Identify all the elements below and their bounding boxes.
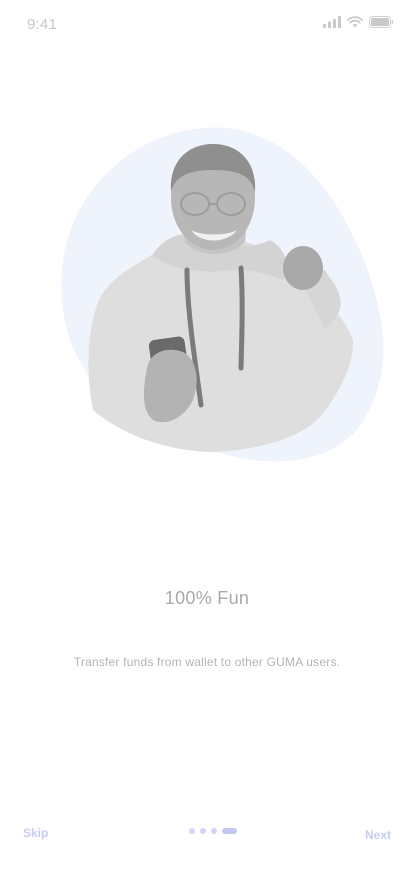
status-icons — [323, 16, 394, 28]
onboarding-illustration — [55, 120, 385, 470]
wifi-icon — [347, 16, 363, 28]
battery-icon — [369, 16, 394, 28]
onboarding-title: 100% Fun — [164, 588, 250, 608]
skip-button[interactable]: Skip — [23, 826, 48, 840]
raised-fist-shape — [283, 246, 323, 290]
cellular-signal-icon — [323, 16, 341, 28]
page-dot-3[interactable] — [211, 828, 217, 834]
onboarding-screen: 9:41 100% Fun Transfer funds from wallet… — [0, 0, 414, 896]
page-dot-2[interactable] — [200, 828, 206, 834]
page-indicator — [189, 828, 237, 834]
status-time: 9:41 — [27, 16, 57, 33]
next-button[interactable]: Next — [365, 828, 391, 842]
page-dot-1[interactable] — [189, 828, 195, 834]
page-dot-4-active[interactable] — [222, 828, 237, 834]
status-bar: 9:41 — [0, 0, 414, 48]
onboarding-description: Transfer funds from wallet to other GUMA… — [73, 655, 341, 669]
drawstring-right — [238, 265, 245, 371]
